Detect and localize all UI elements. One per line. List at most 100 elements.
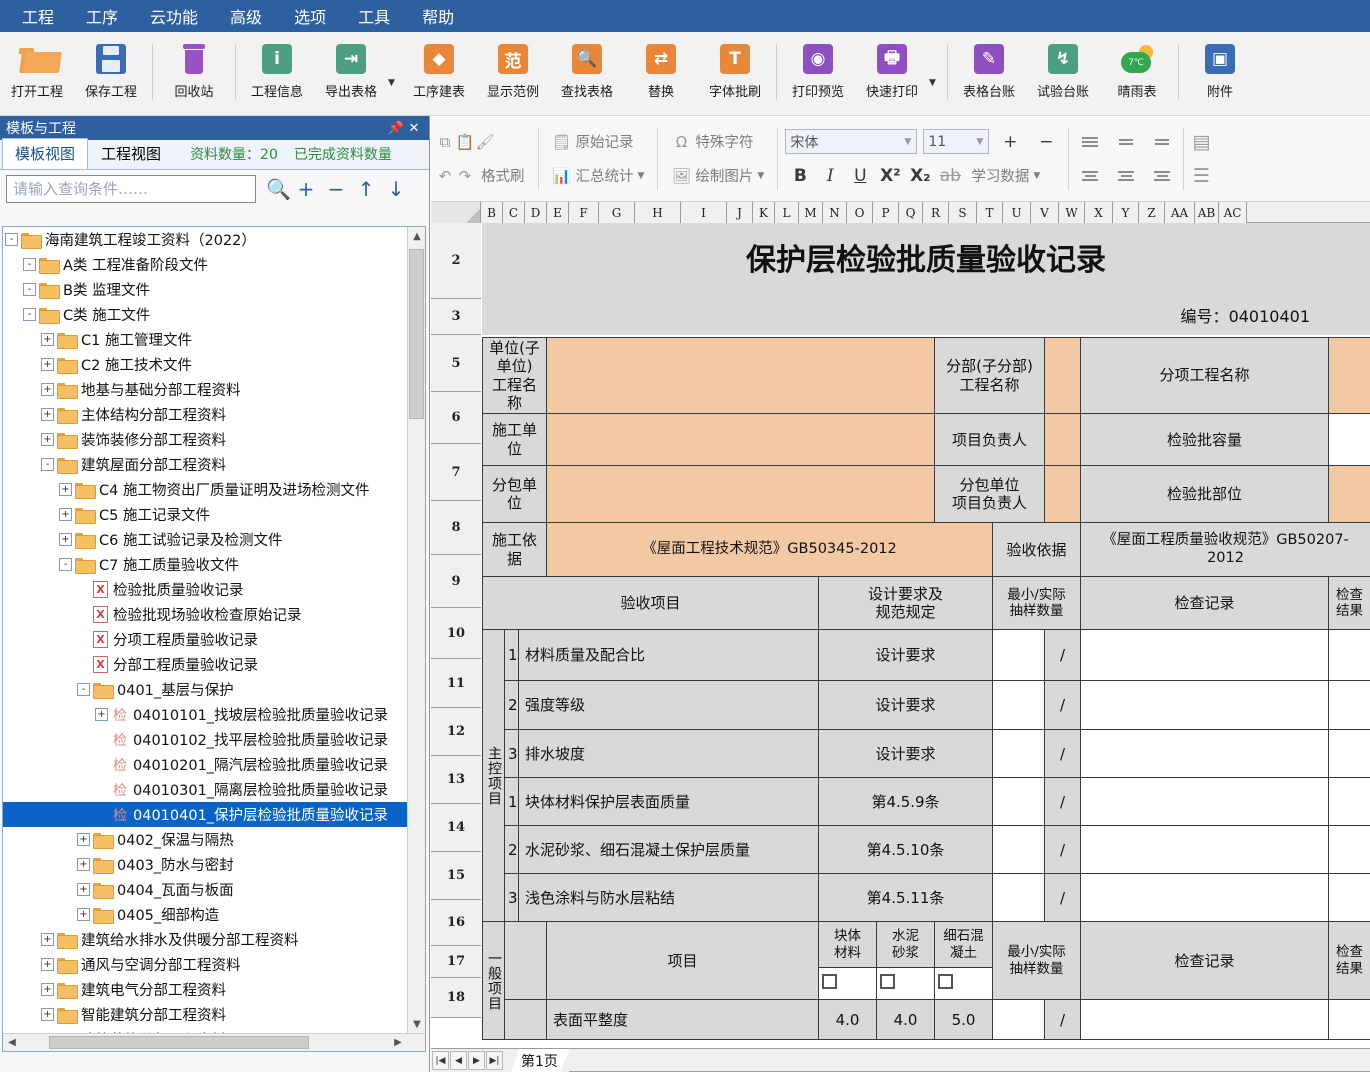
expand-icon[interactable]: + [41, 1008, 54, 1021]
close-icon[interactable]: ✕ [405, 121, 423, 136]
draw-image-button[interactable]: 🖼 绘制图片 ▼ [665, 163, 770, 188]
checkbox-icon[interactable] [938, 974, 954, 990]
align-bottom-button[interactable] [1148, 129, 1176, 155]
menu-item-yungongneng[interactable]: 云功能 [134, 0, 214, 32]
column-header-Z[interactable]: Z [1139, 202, 1165, 223]
scroll-right-arrow[interactable]: ▶ [389, 1034, 407, 1052]
column-header-H[interactable]: H [635, 202, 681, 223]
nav-last-button[interactable]: ▶| [486, 1051, 503, 1070]
move-up-icon[interactable]: ↑ [356, 177, 376, 201]
align-right-button[interactable] [1148, 163, 1176, 189]
row-sample-min[interactable] [992, 825, 1046, 875]
chevron-down-icon[interactable]: ▼ [757, 171, 764, 181]
row-sample-min[interactable] [992, 777, 1046, 827]
column-header-E[interactable]: E [547, 202, 569, 223]
save-project-button[interactable]: 保存工程 [74, 36, 148, 112]
checkbox-icon[interactable] [822, 974, 838, 990]
font-family-select[interactable]: 宋体 ▼ [785, 129, 918, 154]
expand-icon[interactable]: + [41, 933, 54, 946]
checkbox-col2[interactable] [876, 967, 936, 1001]
row-header-17[interactable]: 17 [431, 946, 481, 978]
collapse-icon[interactable]: - [23, 258, 36, 271]
tree-item[interactable]: - C类 施工文件 [3, 302, 407, 327]
tree-item[interactable]: - B类 监理文件 [3, 277, 407, 302]
row-sample-min[interactable] [992, 999, 1046, 1041]
align-middle-button[interactable] [1112, 129, 1140, 155]
expand-icon[interactable]: + [59, 533, 72, 546]
add-icon[interactable]: + [296, 177, 316, 201]
tree-horizontal-scrollbar[interactable]: ◀ ▶ [3, 1033, 425, 1052]
font-size-select[interactable]: 11 ▼ [923, 129, 990, 154]
find-table-button[interactable]: 🔍 查找表格 [550, 36, 624, 112]
replace-button[interactable]: ⇄ 替换 [624, 36, 698, 112]
template-tree[interactable]: - 海南建筑工程竣工资料（2022） - A类 工程准备阶段文件 - B类 监理文件 - C类… [2, 226, 426, 1052]
row-record[interactable] [1080, 873, 1330, 923]
scroll-down-arrow[interactable]: ▼ [408, 1015, 425, 1033]
row-record[interactable] [1080, 729, 1330, 779]
nav-prev-button[interactable]: ◀ [450, 1051, 467, 1070]
show-sample-button[interactable]: 范 显示范例 [476, 36, 550, 112]
select-all-corner[interactable] [431, 202, 481, 223]
scroll-left-arrow[interactable]: ◀ [3, 1034, 21, 1052]
tree-item[interactable]: 检 04010201_隔汽层检验批质量验收记录 [3, 752, 407, 777]
column-header-X[interactable]: X [1085, 202, 1113, 223]
tree-item[interactable]: +0404_瓦面与板面 [3, 877, 407, 902]
unit-project-value[interactable] [546, 336, 936, 415]
expand-icon[interactable]: + [95, 708, 108, 721]
increase-font-icon[interactable]: + [995, 128, 1025, 156]
row-header-2[interactable]: 2 [431, 223, 481, 299]
column-header-P[interactable]: P [873, 202, 899, 223]
export-dropdown-caret[interactable]: ▼ [388, 78, 402, 88]
column-header-U[interactable]: U [1003, 202, 1031, 223]
expand-icon[interactable]: + [77, 833, 90, 846]
column-header-AA[interactable]: AA [1165, 202, 1195, 223]
menu-item-xuanxiang[interactable]: 选项 [278, 0, 342, 32]
row-record[interactable] [1080, 680, 1330, 731]
column-header-G[interactable]: G [599, 202, 635, 223]
font-brush-button[interactable]: T 字体批刷 [698, 36, 772, 112]
row-sample-actual[interactable]: / [1044, 680, 1082, 731]
tree-item[interactable]: + 建筑给水排水及供暖分部工程资料 [3, 927, 407, 952]
row-result[interactable] [1328, 873, 1370, 923]
row-headers[interactable]: 2 3 5 6 7 8 9 10 11 12 13 14 15 16 17 18 [431, 223, 481, 1018]
project-leader-value[interactable] [1044, 413, 1082, 467]
expand-icon[interactable]: + [41, 383, 54, 396]
tree-item[interactable]: - 建筑屋面分部工程资料 [3, 452, 407, 477]
column-header-S[interactable]: S [949, 202, 977, 223]
column-header-F[interactable]: F [569, 202, 599, 223]
column-header-O[interactable]: O [847, 202, 873, 223]
column-header-AB[interactable]: AB [1195, 202, 1219, 223]
division-value[interactable] [1044, 336, 1082, 415]
tree-item[interactable]: + C4 施工物资出厂质量证明及进场检测文件 [3, 477, 407, 502]
tree-item[interactable]: - 海南建筑工程竣工资料（2022） [3, 227, 407, 252]
expand-icon[interactable]: + [59, 483, 72, 496]
format-brush-icon[interactable]: 🖌 [475, 132, 495, 152]
row-sample-min[interactable] [992, 680, 1046, 731]
weather-chart-button[interactable]: 晴雨表 [1100, 36, 1174, 112]
align-left-button[interactable] [1076, 163, 1104, 189]
remove-icon[interactable]: − [326, 177, 346, 201]
tree-item[interactable]: + 通风与空调分部工程资料 [3, 952, 407, 977]
nav-next-button[interactable]: ▶ [468, 1051, 485, 1070]
row-result[interactable] [1328, 999, 1370, 1041]
row-header-14[interactable]: 14 [431, 804, 481, 852]
tree-item[interactable]: + 建筑电气分部工程资料 [3, 977, 407, 1002]
project-info-button[interactable]: i 工程信息 [240, 36, 314, 112]
row-header-16[interactable]: 16 [431, 900, 481, 946]
tree-item[interactable]: +0402_保温与隔热 [3, 827, 407, 852]
tree-item[interactable]: + 装饰装修分部工程资料 [3, 427, 407, 452]
expand-icon[interactable]: + [41, 433, 54, 446]
column-header-R[interactable]: R [923, 202, 949, 223]
undo-icon[interactable]: ↶ [435, 166, 455, 186]
collapse-icon[interactable]: - [5, 233, 18, 246]
row-layout-icon[interactable]: ▤ [1191, 131, 1211, 153]
row-header-7[interactable]: 7 [431, 444, 481, 501]
column-header-Y[interactable]: Y [1113, 202, 1139, 223]
underline-button[interactable]: U [845, 162, 875, 190]
row-result[interactable] [1328, 825, 1370, 875]
row-header-18[interactable]: 18 [431, 978, 481, 1018]
quick-print-button[interactable]: 🖶 快速打印 [855, 36, 929, 112]
construction-basis-value[interactable]: 《屋面工程技术规范》GB50345-2012 [546, 522, 994, 578]
tree-item[interactable]: + C2 施工技术文件 [3, 352, 407, 377]
tree-item[interactable]: X 分项工程质量验收记录 [3, 627, 407, 652]
